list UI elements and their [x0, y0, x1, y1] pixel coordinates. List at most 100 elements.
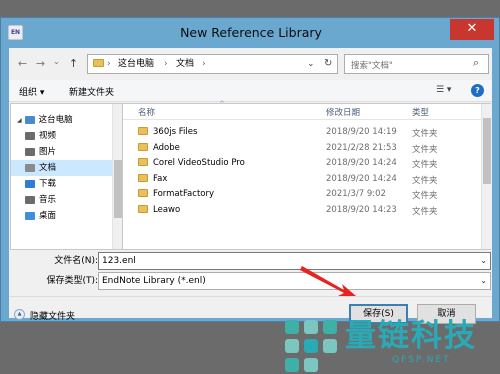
- file-row[interactable]: Adobe 2021/2/28 21:53 文件夹: [123, 140, 481, 156]
- search-box[interactable]: 搜索"文档" ⌕: [344, 54, 489, 74]
- navigation-pane: ◢ 这台电脑视频图片文档下载音乐桌面: [10, 103, 123, 250]
- file-date: 2021/3/7 9:02: [326, 189, 386, 199]
- file-date: 2018/9/20 14:24: [326, 158, 397, 168]
- folder-icon: [138, 127, 148, 135]
- forward-arrow-icon[interactable]: →: [33, 56, 48, 72]
- filename-value: 123.enl: [102, 256, 136, 266]
- file-name: 360js Files: [153, 127, 198, 137]
- file-list-scrollbar[interactable]: [481, 104, 491, 249]
- file-type: 文件夹: [412, 144, 438, 155]
- video-folder-icon: [25, 131, 35, 140]
- file-date: 2021/2/28 21:53: [326, 142, 397, 153]
- file-list-scrollbar-thumb[interactable]: [483, 118, 491, 184]
- file-type: 文件夹: [412, 129, 438, 139]
- tree-item[interactable]: 文档: [11, 160, 112, 176]
- music-folder-icon: [25, 195, 35, 204]
- filetype-label: 保存类型(T):: [46, 276, 98, 286]
- help-icon[interactable]: ?: [471, 84, 484, 97]
- folder-icon: [138, 142, 148, 151]
- computer-icon: [24, 115, 35, 124]
- folder-icon: [93, 55, 104, 73]
- file-list: 名称 ^ 修改日期 类型 360js Files 2018/9/20 14:19 文…: [123, 100, 491, 250]
- tree-item[interactable]: 音乐: [11, 192, 112, 208]
- tree-item-label: 桌面: [39, 211, 57, 221]
- file-name: Corel VideoStudio Pro: [153, 158, 245, 168]
- sort-ascending-icon: ^: [219, 100, 225, 108]
- tree-item-label: 图片: [39, 147, 57, 157]
- filename-dropdown-chevron-icon[interactable]: ⌄: [480, 253, 487, 269]
- file-name: Fax: [153, 173, 168, 184]
- filetype-value: EndNote Library (*.enl): [102, 276, 206, 286]
- dialog-title: New Reference Library: [180, 25, 322, 40]
- filename-label: 文件名(N):: [54, 256, 98, 266]
- back-arrow-icon[interactable]: ←: [15, 56, 30, 72]
- footer-divider: [9, 296, 492, 297]
- file-type: 文件夹: [412, 175, 438, 186]
- recent-locations-chevron-icon[interactable]: ⌄: [49, 54, 64, 70]
- tree-item[interactable]: 下载: [11, 176, 112, 192]
- column-header-name[interactable]: 名称: [138, 106, 155, 118]
- navigation-scrollbar-thumb[interactable]: [114, 160, 122, 218]
- tree-item[interactable]: 视频: [11, 128, 112, 144]
- breadcrumb-separator: ›: [107, 59, 111, 69]
- address-dropdown-chevron-icon[interactable]: ⌄: [307, 55, 315, 73]
- tree-item-label: 下载: [39, 179, 57, 189]
- downloads-folder-icon: [25, 179, 35, 188]
- view-options-icon[interactable]: ☰ ▾: [436, 85, 451, 95]
- collapse-up-icon: ▲: [14, 309, 25, 320]
- pictures-folder-icon: [25, 147, 35, 156]
- folder-icon: [138, 158, 148, 166]
- file-row[interactable]: 360js Files 2018/9/20 14:19 文件夹: [123, 124, 481, 140]
- tree-item-label: 这台电脑: [38, 115, 73, 125]
- column-header-date[interactable]: 修改日期: [326, 106, 360, 118]
- refresh-icon[interactable]: ↻: [324, 55, 332, 73]
- close-button[interactable]: ✕: [450, 19, 494, 40]
- watermark-text: 量链科技: [345, 318, 477, 354]
- file-type: 文件夹: [412, 160, 438, 170]
- file-date: 2018/9/20 14:24: [326, 173, 397, 184]
- tree-item-label: 文档: [39, 163, 57, 173]
- watermark-url: QFSP.NET: [392, 355, 451, 365]
- file-row[interactable]: FormatFactory 2021/3/7 9:02 文件夹: [123, 186, 481, 202]
- file-row[interactable]: Corel VideoStudio Pro 2018/9/20 14:24 文件夹: [123, 155, 481, 171]
- search-input[interactable]: 搜索"文档": [351, 59, 393, 71]
- tree-item-label: 视频: [39, 131, 57, 141]
- folder-icon: [138, 204, 148, 213]
- dialog-window: EN New Reference Library ✕ ← → ⌄ ↑ › 这台电…: [0, 17, 500, 324]
- breadcrumb-separator: ›: [164, 59, 168, 69]
- documents-folder-icon: [25, 163, 35, 172]
- new-folder-button[interactable]: 新建文件夹: [69, 85, 114, 98]
- file-name: Leawo: [153, 204, 181, 215]
- file-row[interactable]: Fax 2018/9/20 14:24 文件夹: [123, 171, 481, 187]
- file-type: 文件夹: [412, 191, 438, 201]
- breadcrumb-documents[interactable]: 文档: [176, 55, 194, 73]
- tree-item[interactable]: ◢ 这台电脑: [11, 112, 112, 128]
- breadcrumb-separator: ›: [202, 59, 206, 69]
- folder-icon: [138, 189, 148, 197]
- file-row[interactable]: Leawo 2018/9/20 14:23 文件夹: [123, 202, 481, 218]
- file-name: Adobe: [153, 142, 180, 153]
- tree-item[interactable]: 图片: [11, 144, 112, 160]
- organize-menu[interactable]: 组织 ▾: [19, 85, 44, 98]
- hide-folders-label: 隐藏文件夹: [30, 312, 76, 322]
- qfsp-logo-icon: [285, 320, 337, 372]
- filetype-dropdown-chevron-icon[interactable]: ⌄: [480, 273, 487, 289]
- column-header-type[interactable]: 类型: [412, 106, 429, 118]
- breadcrumb-this-pc[interactable]: 这台电脑: [118, 55, 154, 73]
- filename-field[interactable]: 123.enl ⌄: [98, 252, 491, 270]
- tree-item-label: 音乐: [39, 195, 57, 205]
- file-name: FormatFactory: [153, 189, 215, 199]
- desktop-folder-icon: [25, 211, 35, 220]
- search-icon[interactable]: ⌕: [473, 56, 479, 70]
- dialog-body: ← → ⌄ ↑ › 这台电脑 › 文档 › ⌄ ↻ 搜索"文档" ⌕ 组织 ▾ …: [9, 48, 492, 324]
- file-list-header: 名称 ^ 修改日期 类型: [123, 100, 481, 120]
- filetype-select[interactable]: EndNote Library (*.enl) ⌄: [98, 272, 491, 290]
- up-arrow-icon[interactable]: ↑: [66, 56, 81, 72]
- folder-icon: [138, 173, 148, 182]
- file-date: 2018/9/20 14:19: [326, 127, 397, 137]
- expand-chevron-icon[interactable]: ◢: [17, 117, 22, 124]
- tree-item[interactable]: 桌面: [11, 208, 112, 224]
- address-bar[interactable]: › 这台电脑 › 文档 › ⌄ ↻: [87, 54, 338, 74]
- hide-folders-toggle[interactable]: ▲ 隐藏文件夹: [14, 308, 84, 322]
- navigation-scrollbar[interactable]: [112, 104, 122, 249]
